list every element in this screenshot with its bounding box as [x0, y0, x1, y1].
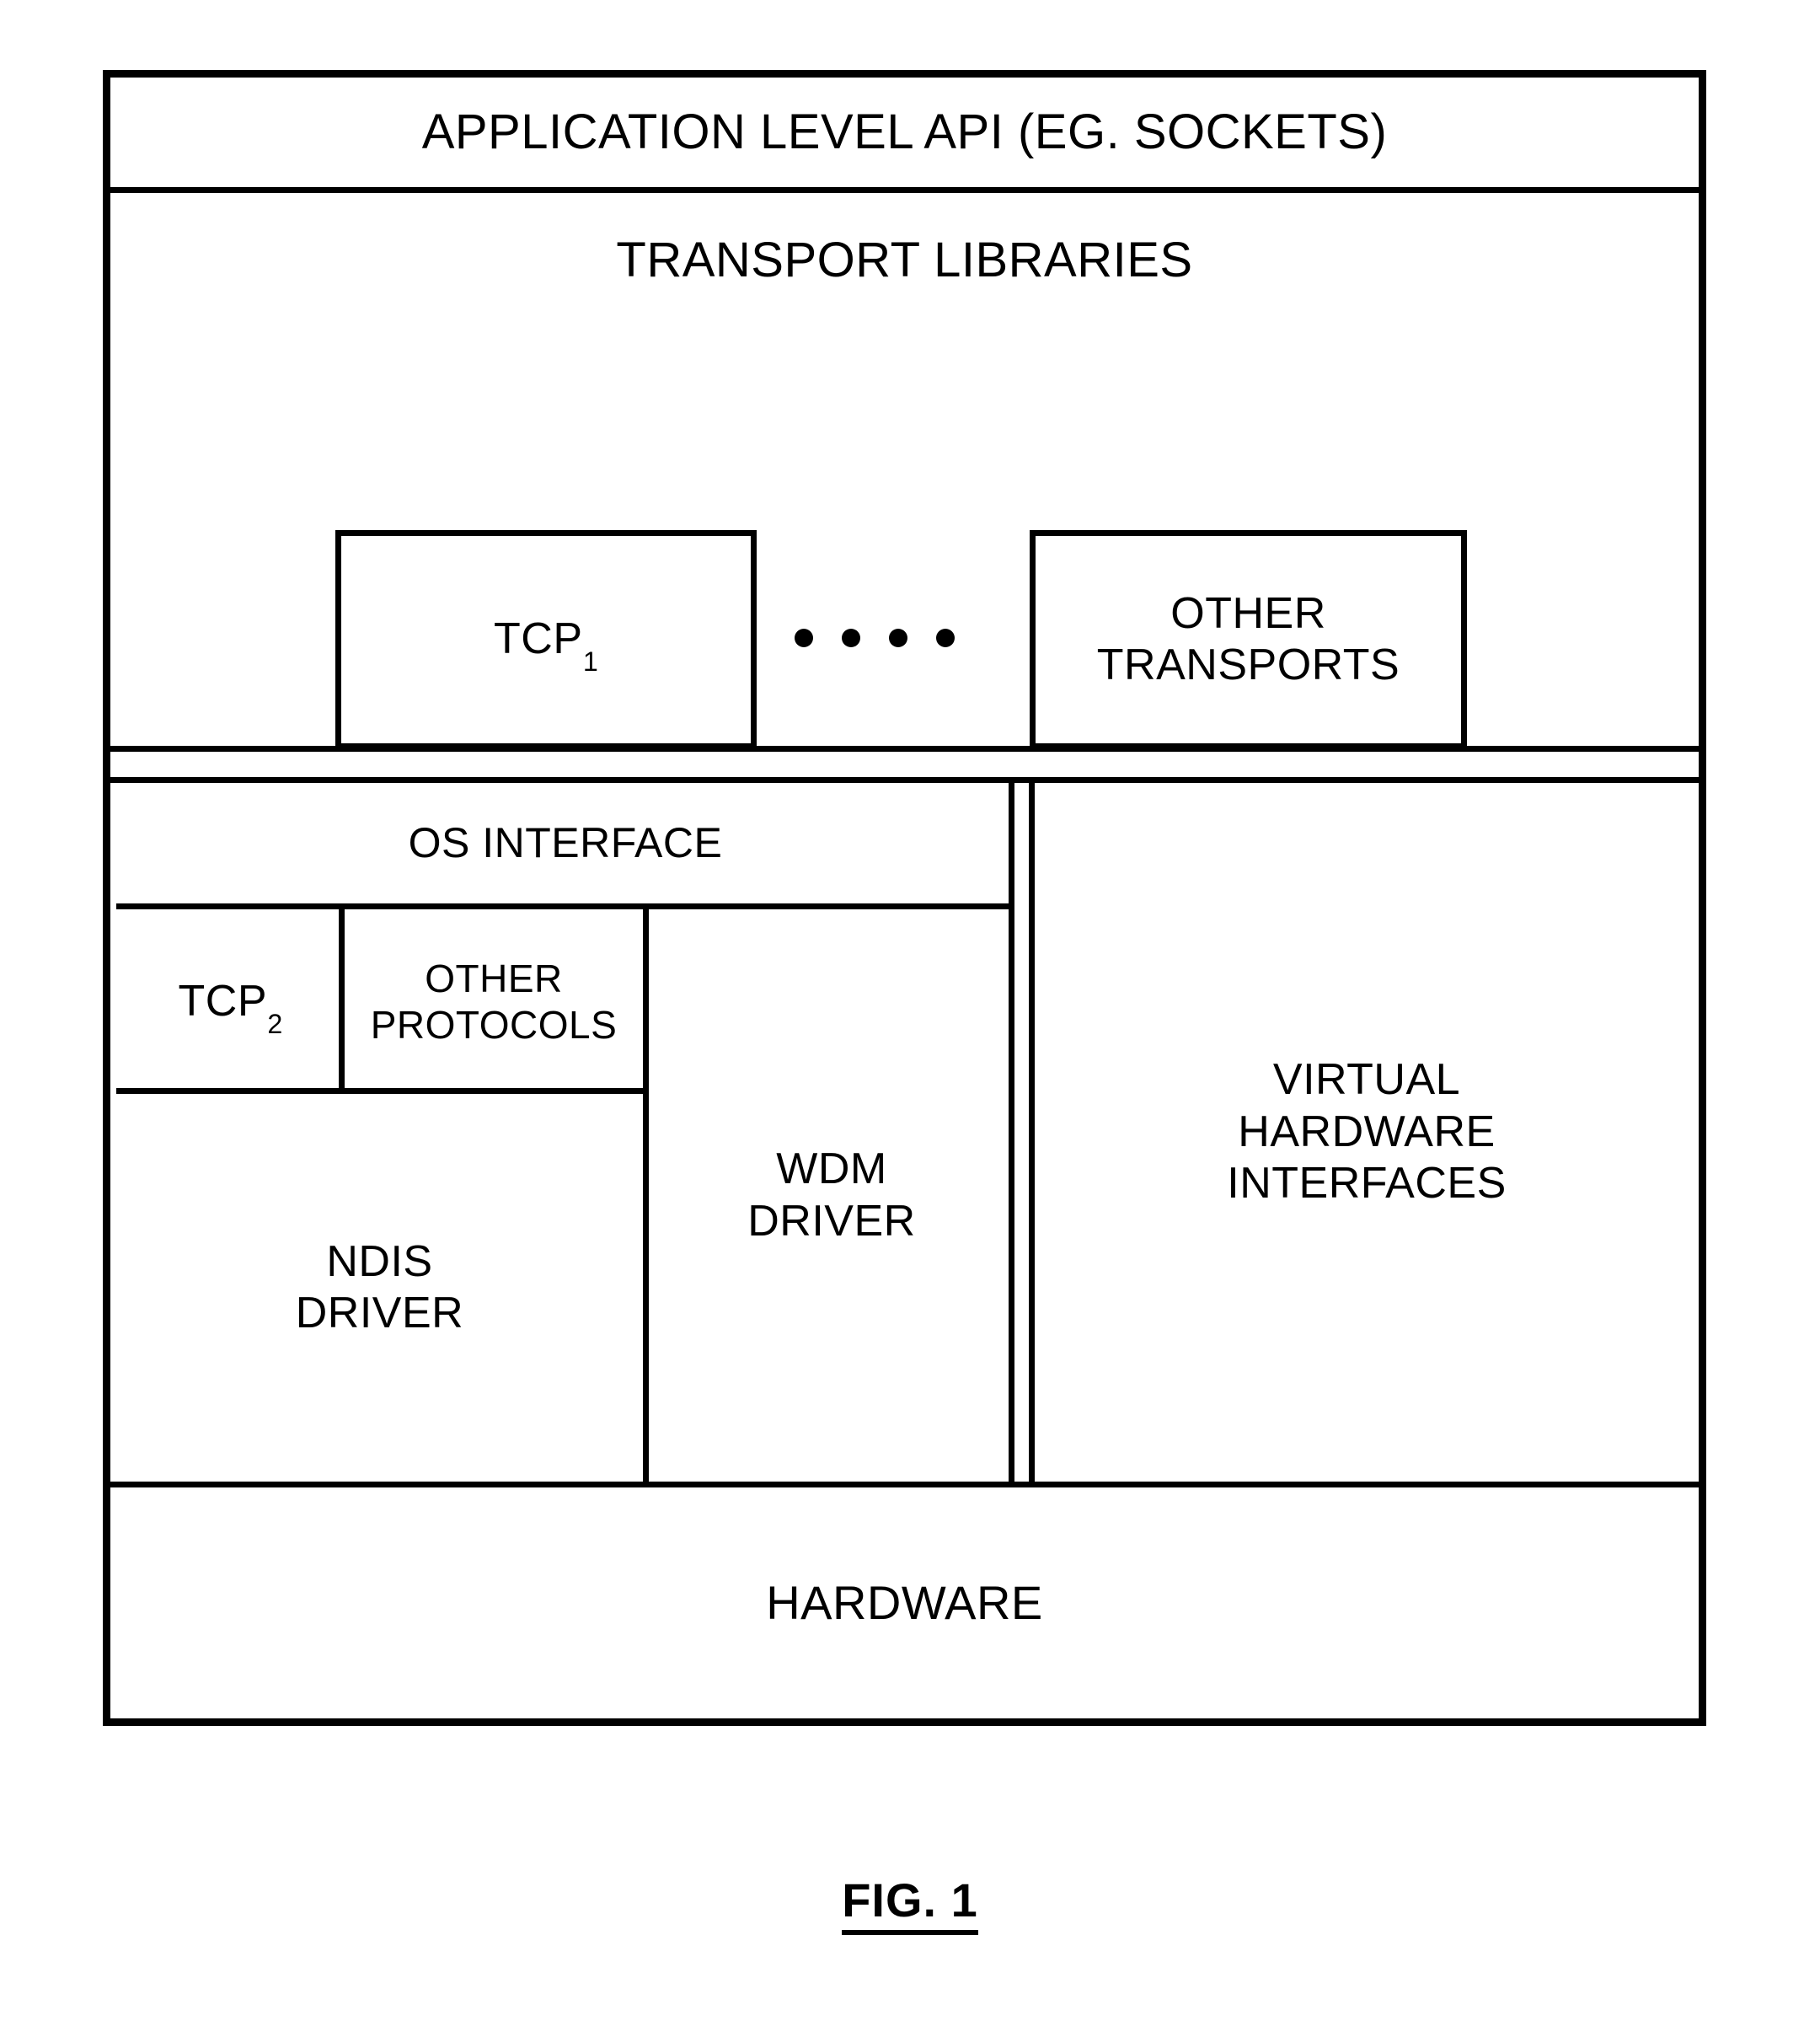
other-protocols-label: OTHER PROTOCOLS: [370, 957, 618, 1047]
tcp1-name: TCP: [494, 614, 583, 664]
hardware-label: HARDWARE: [766, 1575, 1043, 1629]
tcp1-subscript: 1: [582, 646, 599, 678]
other-protocols-cell[interactable]: OTHER PROTOCOLS: [345, 909, 643, 1094]
os-interface-label: OS INTERFACE: [408, 819, 723, 866]
wdm-driver-label: WDM DRIVER: [747, 1144, 916, 1246]
figure-caption-text: FIG. 1: [842, 1873, 978, 1935]
ellipsis-dot-icon: [889, 629, 907, 647]
other-transports-box[interactable]: OTHER TRANSPORTS: [1030, 530, 1467, 749]
hardware-layer: HARDWARE: [110, 1487, 1699, 1718]
divider-protocols-ndis: [116, 1088, 643, 1094]
divider-tcp2-otherprotocols: [339, 909, 345, 1094]
divider-drivers-hardware: [110, 1482, 1699, 1487]
divider-transport-bottom: [110, 746, 1699, 752]
tcp1-label: TCP1: [494, 614, 598, 675]
transport-libraries-label-area: TRANSPORT LIBRARIES: [110, 193, 1699, 328]
os-interface-cell: OS INTERFACE: [116, 783, 1014, 903]
tcp2-cell[interactable]: TCP2: [116, 909, 345, 1094]
virtual-hardware-interfaces-cell[interactable]: VIRTUAL HARDWARE INTERFACES: [1035, 783, 1699, 1482]
ndis-driver-cell[interactable]: NDIS DRIVER: [116, 1094, 643, 1482]
divider-os-virtual-right: [1029, 783, 1035, 1482]
virtual-hardware-interfaces-label: VIRTUAL HARDWARE INTERFACES: [1227, 1055, 1507, 1209]
divider-os-top: [110, 777, 1699, 783]
other-transports-label: OTHER TRANSPORTS: [1096, 588, 1400, 689]
tcp1-box[interactable]: TCP1: [335, 530, 757, 749]
ellipsis-dot-icon: [795, 629, 813, 647]
ellipsis-dot-icon: [936, 629, 955, 647]
application-level-api-label: APPLICATION LEVEL API (EG. SOCKETS): [421, 104, 1388, 159]
divider-os-interface-bottom: [116, 903, 1014, 909]
ndis-driver-label: NDIS DRIVER: [295, 1236, 464, 1337]
tcp2-subscript: 2: [267, 1008, 283, 1039]
transport-ellipsis-dots: [795, 625, 1022, 651]
figure-caption: FIG. 1: [0, 1873, 1820, 1935]
divider-api-transport: [110, 187, 1699, 193]
tcp2-name: TCP: [178, 976, 268, 1026]
transport-libraries-label: TRANSPORT LIBRARIES: [616, 232, 1193, 287]
wdm-driver-cell[interactable]: WDM DRIVER: [649, 909, 1014, 1482]
figure-outer-frame: APPLICATION LEVEL API (EG. SOCKETS) TRAN…: [103, 70, 1706, 1726]
divider-os-virtual-left: [1009, 783, 1014, 1482]
tcp2-label: TCP2: [178, 976, 283, 1037]
application-level-api-layer: APPLICATION LEVEL API (EG. SOCKETS): [110, 78, 1699, 187]
divider-ndis-wdm: [643, 909, 649, 1482]
ellipsis-dot-icon: [842, 629, 860, 647]
